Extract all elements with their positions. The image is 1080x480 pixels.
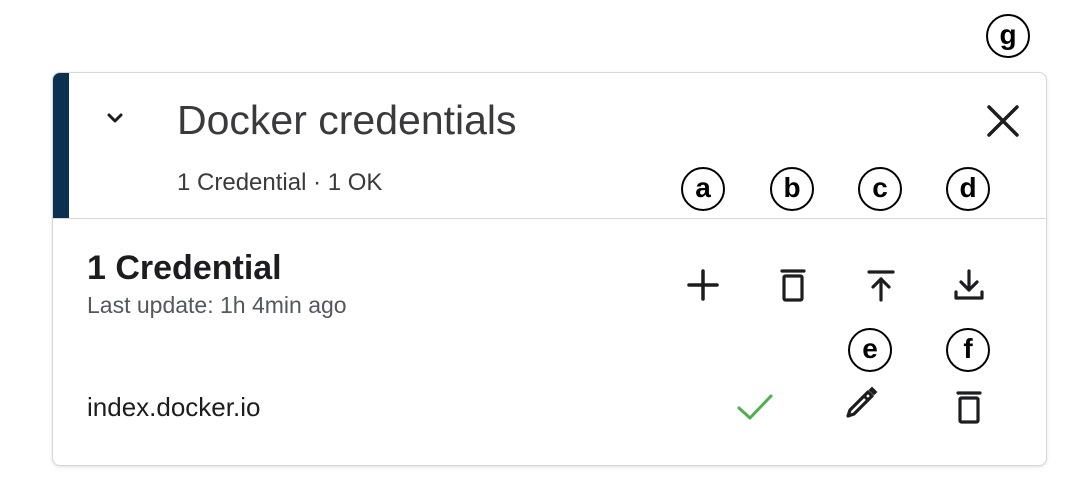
- download-icon: [954, 269, 984, 300]
- screenshot-stage: Docker credentials 1 Credential · 1 OK 1…: [0, 0, 1080, 480]
- callout-b: b: [770, 167, 814, 211]
- credential-status: [735, 387, 775, 427]
- callout-g: g: [986, 14, 1030, 58]
- credential-host: index.docker.io: [87, 392, 261, 422]
- callout-c: c: [858, 167, 902, 211]
- panel-accent-bar: [53, 73, 69, 219]
- plus-icon: [687, 269, 719, 301]
- panel-header-divider: [53, 218, 1046, 219]
- upload-button[interactable]: [861, 265, 901, 305]
- trash-icon: [780, 269, 806, 302]
- chevron-down-icon[interactable]: [101, 109, 129, 129]
- panel-subtitle: 1 Credential · 1 OK: [177, 169, 383, 196]
- callout-d: d: [946, 167, 990, 211]
- callout-a: a: [681, 167, 725, 211]
- delete-credential-button[interactable]: [949, 387, 989, 427]
- last-update-text: Last update: 1h 4min ago: [87, 292, 347, 318]
- add-credential-button[interactable]: [683, 265, 723, 305]
- close-button[interactable]: [985, 103, 1021, 139]
- docker-credentials-panel: Docker credentials 1 Credential · 1 OK 1…: [52, 72, 1047, 466]
- panel-title: Docker credentials: [177, 97, 517, 143]
- credentials-count-heading: 1 Credential: [87, 249, 282, 287]
- trash-icon: [956, 391, 982, 424]
- close-icon: [987, 105, 1019, 137]
- pencil-icon: [846, 386, 878, 418]
- callout-f: f: [946, 328, 990, 372]
- download-button[interactable]: [949, 265, 989, 305]
- delete-all-button[interactable]: [773, 265, 813, 305]
- callout-e: e: [848, 328, 892, 372]
- upload-icon: [867, 270, 895, 302]
- check-icon: [737, 394, 773, 420]
- edit-credential-button[interactable]: [841, 383, 881, 423]
